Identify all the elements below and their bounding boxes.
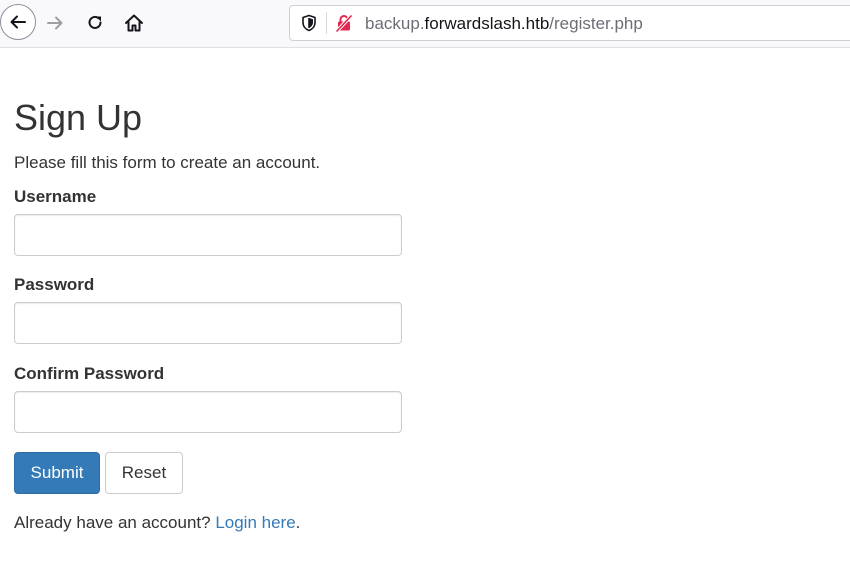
page-title: Sign Up: [14, 97, 143, 138]
login-link[interactable]: Login here: [215, 513, 295, 532]
url-text[interactable]: backup.forwardslash.htb/register.php: [365, 14, 643, 34]
url-path: /register.php: [549, 14, 643, 33]
home-button[interactable]: [117, 6, 151, 40]
login-prompt-text: Already have an account?: [14, 513, 216, 532]
browser-toolbar: backup.forwardslash.htb/register.php: [0, 0, 850, 48]
password-label: Password: [14, 275, 95, 294]
url-bar[interactable]: backup.forwardslash.htb/register.php: [289, 5, 850, 41]
back-button[interactable]: [0, 4, 36, 40]
login-prompt: Already have an account? Login here.: [14, 512, 300, 534]
username-input[interactable]: [14, 214, 402, 256]
url-prefix: backup.: [365, 14, 425, 33]
intro-text: Please fill this form to create an accou…: [14, 153, 321, 172]
forward-button[interactable]: [38, 6, 72, 40]
login-prompt-suffix: .: [295, 513, 301, 532]
password-input[interactable]: [14, 302, 402, 344]
forward-arrow-icon: [47, 16, 63, 30]
shield-icon[interactable]: [300, 14, 318, 32]
username-label: Username: [14, 187, 97, 206]
url-host: forwardslash.htb: [424, 14, 550, 33]
confirm-password-label: Confirm Password: [14, 364, 165, 383]
reload-icon: [88, 15, 102, 29]
back-arrow-icon: [10, 15, 26, 29]
insecure-lock-icon[interactable]: [334, 13, 354, 33]
url-separator: [326, 12, 327, 34]
submit-button[interactable]: Submit: [14, 452, 100, 494]
reload-button[interactable]: [78, 6, 112, 40]
confirm-password-input[interactable]: [14, 391, 402, 433]
reset-button[interactable]: Reset: [105, 452, 183, 494]
home-icon: [125, 14, 143, 32]
